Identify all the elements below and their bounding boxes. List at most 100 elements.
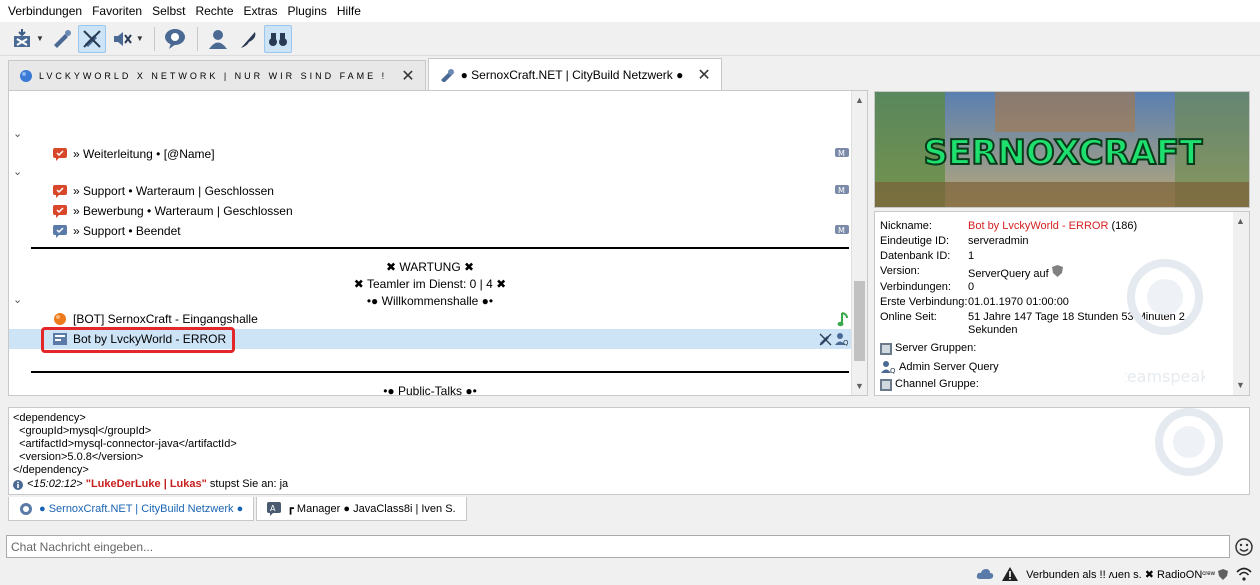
away-button[interactable] bbox=[48, 25, 76, 53]
info-value: Bot by LvckyWorld - ERROR (186) bbox=[968, 220, 1208, 233]
highlight-box bbox=[41, 327, 235, 353]
channel-support-beendet[interactable]: » Support • Beendet M bbox=[9, 221, 851, 241]
chat-tab-server[interactable]: ● SernoxCraft.NET | CityBuild Netzwerk ● bbox=[8, 497, 255, 521]
channel-red-icon bbox=[53, 147, 67, 161]
chat-line: <dependency> bbox=[13, 412, 86, 424]
tree-group-row[interactable]: ⌄ bbox=[9, 289, 851, 309]
menu-favoriten[interactable]: Favoriten bbox=[87, 0, 147, 22]
chevron-down-icon[interactable]: ⌄ bbox=[13, 293, 22, 306]
spacer-public-talks[interactable]: •● Public-Talks ●• bbox=[9, 381, 851, 395]
chat-message-input[interactable] bbox=[6, 535, 1230, 558]
svg-text:Q: Q bbox=[843, 339, 849, 346]
svg-text:M: M bbox=[838, 149, 845, 158]
server-tab-sernoxcraft[interactable]: ● SernoxCraft.NET | CityBuild Netzwerk ●… bbox=[427, 58, 722, 90]
close-icon[interactable]: ✕ bbox=[401, 66, 414, 86]
chat-nick[interactable]: "LukeDerLuke | Lukas" bbox=[86, 478, 207, 491]
group-icon bbox=[880, 342, 892, 355]
info-server-groups: Server Gruppen: bbox=[880, 342, 976, 355]
search-button[interactable] bbox=[263, 24, 292, 53]
chat-poke-line: <15:02:12> "LukeDerLuke | Lukas" stupst … bbox=[13, 478, 288, 491]
svg-text:Q: Q bbox=[890, 367, 896, 374]
chevron-down-icon[interactable]: ⌄ bbox=[13, 165, 22, 178]
chat-line: <groupId>mysql</groupId> bbox=[13, 425, 152, 437]
chat-tab-channel[interactable]: A ┏ Manager ● JavaClass8i | Iven S. bbox=[256, 497, 467, 521]
menu-verbindungen[interactable]: Verbindungen bbox=[3, 0, 87, 22]
scroll-up-icon[interactable]: ▲ bbox=[855, 95, 864, 105]
connect-button[interactable] bbox=[8, 25, 36, 53]
chat-tab-label: ┏ Manager ● JavaClass8i | Iven S. bbox=[287, 503, 456, 515]
info-label: Channel Gruppe: bbox=[895, 378, 979, 390]
menu-hilfe[interactable]: Hilfe bbox=[332, 0, 366, 22]
mute-speaker-button[interactable] bbox=[108, 25, 136, 53]
user-icon bbox=[208, 29, 227, 49]
cloud-icon[interactable] bbox=[976, 568, 994, 580]
info-label: Nickname: bbox=[880, 220, 932, 232]
toolbar-separator bbox=[196, 26, 198, 51]
svg-text:M: M bbox=[838, 186, 845, 195]
chat-message: stupst Sie an: ja bbox=[209, 478, 289, 490]
connect-icon bbox=[14, 28, 30, 47]
info-channel-group: Channel Gruppe: bbox=[880, 378, 979, 391]
server-tab-lvckyworld[interactable]: LVCKYWORLD X NETWORK | NUR WIR SIND FAME… bbox=[8, 60, 426, 90]
tree-group-row[interactable]: ⌄ bbox=[9, 161, 851, 181]
info-label: Verbindungen: bbox=[880, 281, 951, 293]
svg-text:A: A bbox=[270, 504, 276, 513]
feather-button[interactable] bbox=[234, 25, 262, 53]
info-label: Version: bbox=[880, 265, 920, 277]
close-icon[interactable]: ✕ bbox=[697, 65, 710, 85]
channel-eingangshalle[interactable]: [BOT] SernoxCraft - Eingangshalle bbox=[9, 309, 851, 329]
speaker-dropdown-icon[interactable]: ▼ bbox=[136, 34, 144, 43]
scroll-up-icon[interactable]: ▲ bbox=[1236, 216, 1245, 226]
menu-selbst[interactable]: Selbst bbox=[147, 0, 190, 22]
channel-tree-scrollbar[interactable]: ▲ ▼ bbox=[851, 91, 867, 395]
chat-log[interactable]: <dependency> <groupId>mysql</groupId> <a… bbox=[8, 407, 1250, 495]
info-scrollbar[interactable]: ▲ ▼ bbox=[1233, 212, 1249, 395]
menu-bar: Verbindungen Favoriten Selbst Rechte Ext… bbox=[0, 0, 1260, 22]
info-server-group-item: Q Admin Server Query bbox=[880, 360, 999, 374]
chevron-down-icon[interactable]: ⌄ bbox=[13, 127, 22, 140]
channel-support-warteraum[interactable]: » Support • Warteraum | Geschlossen M bbox=[9, 181, 851, 201]
nickname-id: (186) bbox=[1111, 220, 1138, 232]
info-label: Eindeutige ID: bbox=[880, 235, 950, 247]
scroll-down-icon[interactable]: ▼ bbox=[855, 381, 864, 391]
channel-bewerbung[interactable]: » Bewerbung • Warteraum | Geschlossen bbox=[9, 201, 851, 221]
status-bar: Verbunden als !! ʌɹen s. ✖ RadioON crew bbox=[0, 563, 1260, 585]
channel-red-icon bbox=[53, 204, 67, 218]
server-banner: SERNOXCRAFT bbox=[874, 91, 1250, 208]
channel-name: [BOT] SernoxCraft - Eingangshalle bbox=[73, 312, 258, 326]
contacts-button[interactable] bbox=[204, 25, 232, 53]
tree-group-row[interactable]: ⌄ bbox=[9, 123, 851, 143]
info-label: Erste Verbindung: bbox=[880, 296, 968, 308]
chat-timestamp: <15:02:12> bbox=[27, 478, 83, 490]
info-value[interactable]: serveradmin bbox=[968, 235, 1208, 248]
menu-extras[interactable]: Extras bbox=[239, 0, 283, 22]
status-text: Verbunden als !! ʌɹen s. ✖ RadioON bbox=[1026, 568, 1203, 581]
spacer-text: ✖ WARTUNG ✖ bbox=[385, 260, 475, 274]
emoji-button[interactable] bbox=[1234, 537, 1254, 557]
status-superscript: crew bbox=[1202, 571, 1215, 577]
scroll-down-icon[interactable]: ▼ bbox=[1236, 380, 1245, 390]
wifi-icon[interactable] bbox=[1236, 567, 1252, 581]
away-mute-icon bbox=[439, 68, 455, 82]
moderated-icon: M bbox=[835, 148, 849, 160]
shield-icon bbox=[1218, 568, 1228, 580]
scroll-thumb[interactable] bbox=[854, 281, 865, 361]
menu-plugins[interactable]: Plugins bbox=[283, 0, 332, 22]
chat-button[interactable] bbox=[161, 25, 189, 53]
server-group-name: Admin Server Query bbox=[899, 360, 999, 373]
group-icon bbox=[880, 378, 892, 391]
warning-icon[interactable] bbox=[1002, 567, 1019, 581]
info-icon bbox=[13, 479, 23, 490]
server-chat-icon bbox=[19, 502, 33, 516]
shield-icon bbox=[1051, 265, 1063, 277]
svg-text:M: M bbox=[838, 226, 845, 235]
teamspeak-logo-icon: teamspeak bbox=[1125, 259, 1205, 386]
moderated-icon: M bbox=[835, 225, 849, 237]
menu-rechte[interactable]: Rechte bbox=[190, 0, 238, 22]
channel-red-icon bbox=[53, 184, 67, 198]
channel-name: » Support • Warteraum | Geschlossen bbox=[73, 184, 274, 198]
speaker-mute-icon bbox=[113, 31, 132, 46]
connect-dropdown-icon[interactable]: ▼ bbox=[36, 34, 44, 43]
mute-mic-button[interactable] bbox=[77, 24, 106, 53]
away-icon bbox=[53, 29, 71, 48]
